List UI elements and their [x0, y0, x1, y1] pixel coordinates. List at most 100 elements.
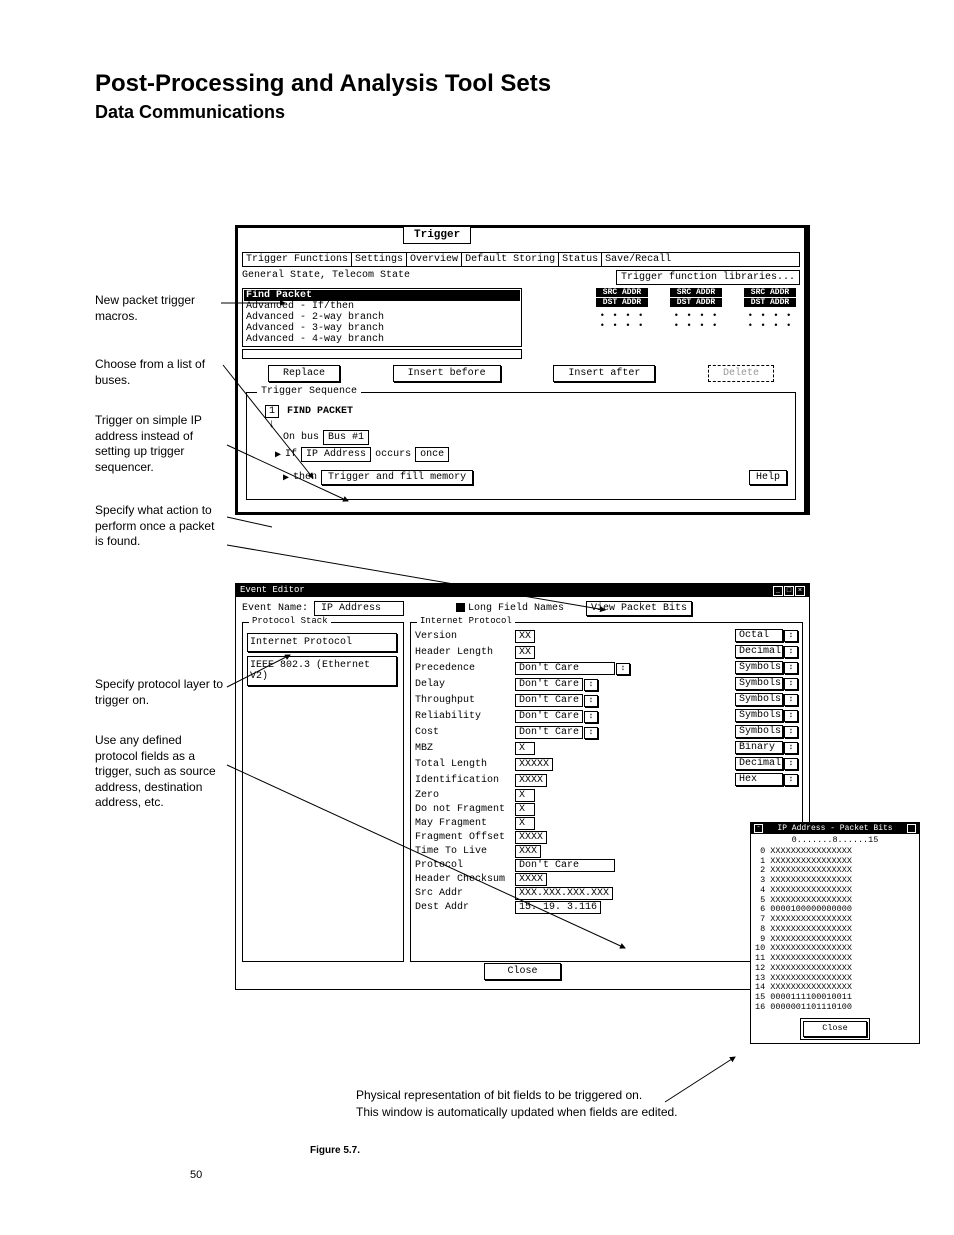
ip-field-value[interactable]: Don't Care [515, 694, 583, 707]
annot-ip-addr: Trigger on simple IP address instead of … [95, 413, 225, 475]
annot-fields: Use any defined protocol fields as a tri… [95, 733, 225, 811]
dropdown-icon[interactable]: ↕ [784, 742, 798, 754]
page-subtitle: Data Communications [95, 102, 865, 123]
ip-field-label: Src Addr [415, 887, 515, 900]
ip-field-value[interactable]: X [515, 803, 535, 816]
dropdown-icon[interactable]: ↕ [584, 711, 598, 723]
dropdown-icon[interactable]: ↕ [784, 710, 798, 722]
ip-field-value[interactable]: X [515, 742, 535, 755]
ip-field-value[interactable]: Don't Care [515, 726, 583, 739]
dropdown-icon[interactable]: ↕ [784, 758, 798, 770]
macro-find-packet[interactable]: Find Packet [244, 290, 520, 301]
format-select[interactable]: Decimal [735, 757, 783, 770]
insert-after-button[interactable]: Insert after [553, 365, 655, 382]
ip-field-value[interactable]: XXX [515, 845, 541, 858]
dropdown-icon[interactable]: ↕ [584, 727, 598, 739]
insert-before-button[interactable]: Insert before [393, 365, 501, 382]
ip-field-value[interactable]: 15. 19. 3.116 [515, 901, 601, 914]
state-label: General State, Telecom State [242, 270, 410, 285]
ip-field-value[interactable]: XXXX [515, 774, 547, 787]
ip-field-value[interactable]: X [515, 817, 535, 830]
arrow-down-icon: ↓ [268, 420, 787, 428]
internet-protocol-fieldset: Internet Protocol VersionXXOctal↕Header … [410, 622, 803, 962]
format-select[interactable]: Hex [735, 773, 783, 786]
event-name-input[interactable]: IP Address [314, 601, 404, 616]
macro-item[interactable]: Advanced - If/then [244, 301, 520, 312]
replace-button[interactable]: Replace [268, 365, 340, 382]
dropdown-icon[interactable]: ↕ [784, 694, 798, 706]
dropdown-icon[interactable]: ↕ [616, 663, 630, 675]
view-packet-bits-button[interactable]: View Packet Bits [586, 601, 692, 616]
ip-field-value[interactable]: Don't Care [515, 710, 583, 723]
proto-item[interactable]: Internet Protocol [247, 633, 397, 652]
format-select[interactable]: Symbols [735, 693, 783, 706]
tab-save-recall[interactable]: Save/Recall [602, 253, 674, 266]
ip-field-value[interactable]: Don't Care [515, 678, 583, 691]
occurs-value[interactable]: once [415, 447, 449, 462]
dropdown-icon[interactable]: ↕ [784, 726, 798, 738]
arrow-right-icon: ▶ [275, 449, 281, 461]
dropdown-icon[interactable]: ↕ [784, 774, 798, 786]
format-select[interactable]: Symbols [735, 661, 783, 674]
dropdown-icon[interactable]: ↕ [784, 678, 798, 690]
dropdown-icon[interactable]: ↕ [584, 679, 598, 691]
ip-field-value[interactable]: XX [515, 646, 535, 659]
close-icon[interactable]: - [754, 824, 763, 833]
dropdown-icon[interactable]: ↕ [584, 695, 598, 707]
trigger-tab[interactable]: Trigger [403, 226, 471, 244]
format-select[interactable]: Symbols [735, 725, 783, 738]
format-select[interactable]: Symbols [735, 709, 783, 722]
annot-new-macros: New packet trigger macros. [95, 293, 225, 324]
dropdown-icon[interactable]: ↕ [784, 662, 798, 674]
ip-legend: Internet Protocol [417, 616, 515, 626]
format-select[interactable]: Binary [735, 741, 783, 754]
event-close-button[interactable]: Close [484, 963, 560, 980]
help-button[interactable]: Help [749, 470, 787, 485]
lib-button[interactable]: Trigger function libraries... [616, 270, 800, 285]
format-select[interactable]: Octal [735, 629, 783, 642]
window-controls[interactable]: _□× [772, 585, 805, 596]
dropdown-icon[interactable]: ↕ [784, 646, 798, 658]
if-condition[interactable]: IP Address [301, 447, 371, 462]
packet-bits-close-button[interactable]: Close [803, 1021, 867, 1037]
on-bus-label: On bus [283, 432, 319, 443]
arrow-right-icon: ▶ [283, 472, 289, 484]
macro-item[interactable]: Advanced - 4-way branch [244, 334, 520, 345]
then-action[interactable]: Trigger and fill memory [321, 470, 473, 485]
seq-legend: Trigger Sequence [257, 386, 361, 397]
packet-bits-row: 16 0000001101110100 [755, 1003, 915, 1013]
ip-field-label: Precedence [415, 662, 515, 675]
tab-settings[interactable]: Settings [352, 253, 407, 266]
bus-select[interactable]: Bus #1 [323, 430, 369, 445]
trigger-tabs-row: Trigger Functions Settings Overview Defa… [242, 252, 800, 267]
proto-item[interactable]: IEEE 802.3 (Ethernet V2) [247, 656, 397, 686]
tab-trigger-functions[interactable]: Trigger Functions [243, 253, 352, 266]
ip-field-value[interactable]: Don't Care [515, 662, 615, 675]
macro-item[interactable]: Advanced - 3-way branch [244, 323, 520, 334]
macro-item[interactable]: Advanced - 2-way branch [244, 312, 520, 323]
scrollbar-horizontal[interactable] [242, 349, 522, 359]
tab-default-storing[interactable]: Default Storing [462, 253, 559, 266]
ip-field-label: Header Checksum [415, 873, 515, 886]
annot-action: Specify what action to perform once a pa… [95, 503, 225, 550]
format-select[interactable]: Symbols [735, 677, 783, 690]
ip-field-label: May Fragment [415, 817, 515, 830]
ip-field-value[interactable]: XX [515, 630, 535, 643]
ip-field-value[interactable]: X [515, 789, 535, 802]
ip-field-label: Delay [415, 678, 515, 691]
page-number: 50 [190, 1169, 202, 1181]
long-field-names-checkbox[interactable]: Long Field Names [456, 603, 564, 614]
format-select[interactable]: Decimal [735, 645, 783, 658]
ip-field-value[interactable]: XXXX [515, 831, 547, 844]
tab-overview[interactable]: Overview [407, 253, 462, 266]
ip-field-value[interactable]: XXXX [515, 873, 547, 886]
ip-field-value[interactable]: Don't Care [515, 859, 615, 872]
ip-field-value[interactable]: XXXXX [515, 758, 553, 771]
ip-field-value[interactable]: XXX.XXX.XXX.XXX [515, 887, 613, 900]
maximize-icon[interactable] [907, 824, 916, 833]
dropdown-icon[interactable]: ↕ [784, 630, 798, 642]
occurs-label: occurs [375, 449, 411, 460]
macro-list[interactable]: Find Packet Advanced - If/then Advanced … [242, 288, 522, 347]
event-editor-window: Event Editor _□× Event Name: IP Address … [235, 583, 810, 990]
tab-status[interactable]: Status [559, 253, 602, 266]
